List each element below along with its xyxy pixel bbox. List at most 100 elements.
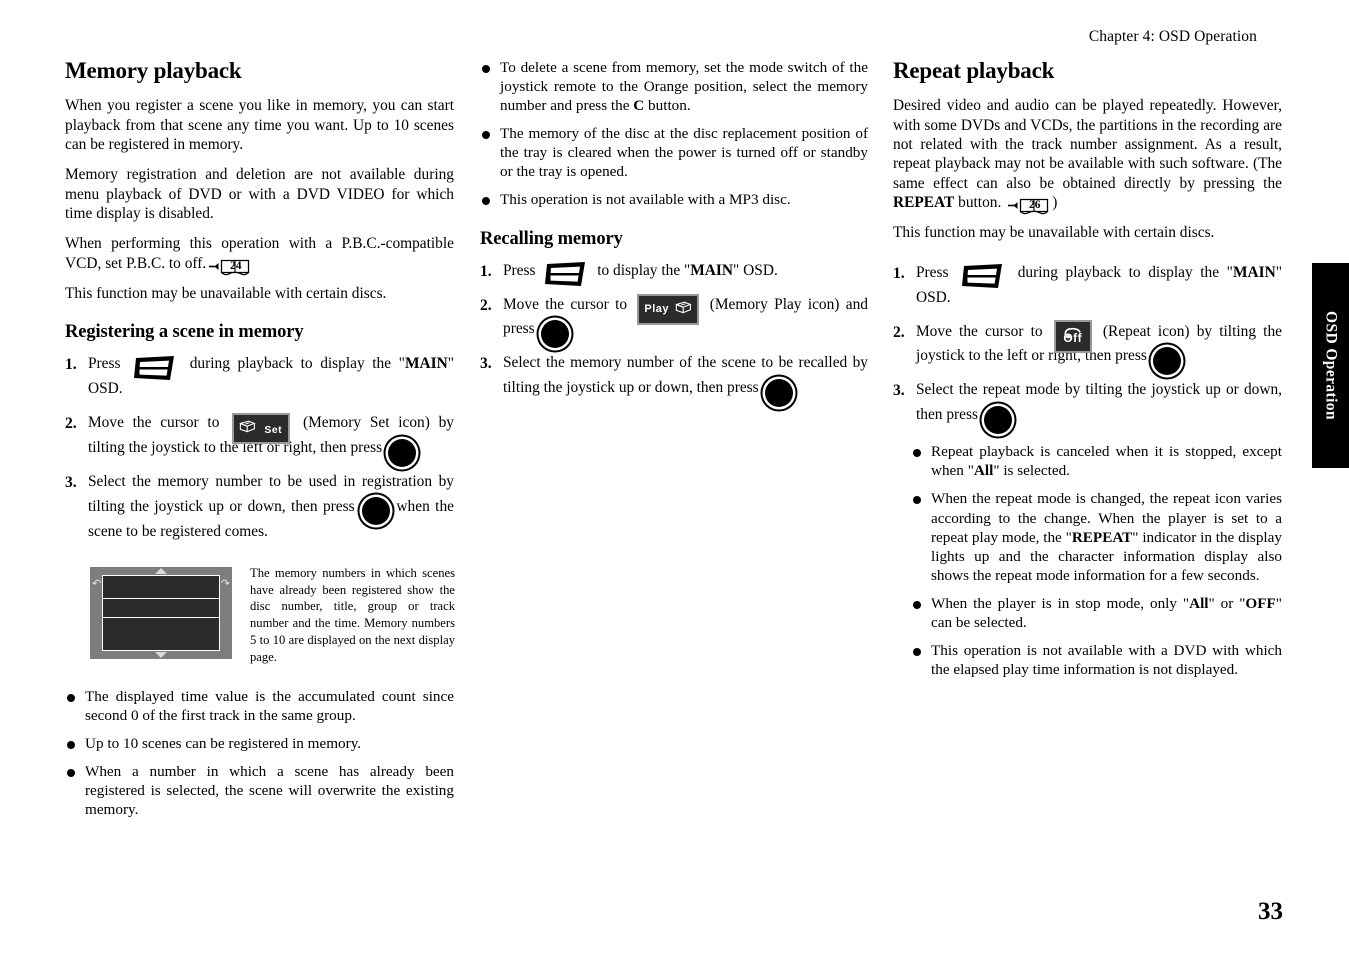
step-item: 1. Press during playback to display the …: [65, 352, 454, 402]
steps-recalling-memory: 1. Press to display the "MAIN" OSD. 2. M…: [480, 259, 868, 407]
list-item-text-bold: All: [1189, 594, 1209, 612]
subheading-registering-scene: Registering a scene in memory: [65, 322, 304, 343]
step-text: .: [1012, 406, 1017, 424]
step-text: .: [416, 439, 421, 457]
list-item: Up to 10 scenes can be registered in mem…: [65, 734, 454, 753]
step-number: 2.: [893, 323, 905, 341]
osd-selected-row: [102, 597, 220, 618]
memory-play-icon: Play: [637, 293, 700, 325]
list-item: This operation is not available with a D…: [911, 641, 1282, 679]
step-number: 3.: [65, 474, 77, 492]
list-item: When the player is in stop mode, only "A…: [911, 594, 1282, 632]
book-glyph-icon: [239, 417, 256, 442]
step-item: 1. Press to display the "MAIN" OSD.: [480, 259, 868, 287]
page-reference-26-icon: 26: [1007, 196, 1051, 215]
figure-caption: The memory numbers in which scenes have …: [250, 565, 455, 664]
scroll-down-arrow-icon: [155, 651, 167, 658]
steps-repeat-playback: 1. Press during playback to display the …: [893, 261, 1282, 434]
section-heading-repeat-playback: Repeat playback: [893, 58, 1055, 83]
list-item-text: " is selected.: [993, 462, 1070, 480]
paragraph-repeat-intro: Desired video and audio can be played re…: [893, 96, 1282, 215]
display-button-icon: [133, 355, 177, 381]
notes-list-column3: Repeat playback is canceled when it is s…: [911, 442, 1282, 679]
step-text: Press: [88, 355, 121, 373]
repeat-off-icon: Off: [1053, 319, 1092, 353]
list-item: Repeat playback is canceled when it is s…: [911, 442, 1282, 480]
paragraph: When you register a scene you like in me…: [65, 97, 454, 153]
step-item: 2. Move the cursor to Set (Memory Set ic…: [65, 411, 454, 467]
list-item: This operation is not available with a M…: [480, 190, 868, 209]
step-text: Move the cursor to: [916, 322, 1043, 340]
step-number: 1.: [65, 356, 77, 374]
enter-button-icon: [983, 405, 1012, 434]
column-3: Repeat playback Desired video and audio …: [893, 58, 1282, 688]
step-item: 2. Move the cursor to Off (Repeat icon) …: [893, 319, 1282, 375]
step-item: 3. Select the repeat mode by tilting the…: [893, 378, 1282, 434]
paragraph: This function may be unavailable with ce…: [893, 224, 1215, 242]
paragraph-text: Desired video and audio can be played re…: [893, 97, 1282, 192]
step-number: 3.: [893, 382, 905, 400]
subheading-recalling-memory: Recalling memory: [480, 228, 623, 249]
chapter-side-tab-label: OSD Operation: [1322, 311, 1340, 420]
book-glyph-icon: [675, 298, 693, 323]
step-text: Select the memory number of the scene to…: [503, 354, 868, 397]
page-number: 33: [1258, 898, 1283, 925]
step-item: 2. Move the cursor to Play (Memory Play …: [480, 293, 868, 348]
page-reference-number: 24: [230, 259, 242, 272]
memory-play-label: Play: [644, 303, 670, 316]
step-text: Press: [503, 261, 536, 279]
step-text: .: [793, 379, 798, 397]
step-number: 1.: [480, 262, 492, 280]
column-2: To delete a scene from memory, set the m…: [480, 58, 868, 410]
list-item: When a number in which a scene has alrea…: [65, 762, 454, 819]
paragraph: This function may be unavailable with ce…: [65, 284, 387, 302]
list-item-text: When the player is in stop mode, only ": [931, 594, 1190, 612]
step-text: to display the ": [597, 261, 691, 279]
step-text: Move the cursor to: [503, 295, 628, 313]
enter-button-icon: [764, 378, 793, 407]
step-number: 2.: [480, 296, 492, 314]
step-text: " OSD.: [733, 261, 778, 279]
page-reference-number: 26: [1028, 198, 1041, 211]
notes-list-column1: The displayed time value is the accumula…: [65, 687, 454, 819]
list-item: To delete a scene from memory, set the m…: [480, 58, 868, 115]
right-cursor-icon: ↷: [220, 577, 230, 590]
step-number: 2.: [65, 415, 77, 433]
steps-registering-scene: 1. Press during playback to display the …: [65, 352, 454, 545]
osd-screen-mockup: ↶ ↷: [90, 566, 232, 659]
list-item-text-bold: C: [633, 97, 645, 115]
step-item: 3. Select the memory number to be used i…: [65, 470, 454, 545]
list-item: When the repeat mode is changed, the rep…: [911, 489, 1282, 584]
paragraph-text: When performing this operation with a P.…: [65, 235, 454, 272]
paragraph: Memory registration and deletion are not…: [65, 166, 454, 222]
paragraph-text-bold: REPEAT: [893, 193, 955, 211]
enter-button-icon: [362, 497, 390, 526]
step-text: .: [569, 320, 574, 338]
enter-button-icon: [540, 319, 569, 348]
list-item-text-bold: REPEAT: [1071, 528, 1133, 546]
page-reference-24-icon: 24: [208, 257, 252, 276]
enter-button-icon: [387, 438, 416, 467]
enter-button-icon: [1152, 346, 1181, 375]
list-item: The memory of the disc at the disc repla…: [480, 124, 868, 181]
step-item: 3. Select the memory number of the scene…: [480, 351, 868, 407]
notes-list-column2: To delete a scene from memory, set the m…: [480, 58, 868, 210]
step-text: .: [1181, 347, 1186, 365]
figure-memory-osd: ↶ ↷ The memory numbers in which scenes h…: [65, 565, 455, 671]
memory-set-icon: Set: [232, 412, 291, 444]
list-item: The displayed time value is the accumula…: [65, 687, 454, 725]
display-button-icon: [961, 263, 1005, 289]
step-text: Move the cursor to: [88, 414, 220, 432]
paragraph-text: button.: [954, 193, 1002, 211]
manual-page: Chapter 4: OSD Operation OSD Operation 3…: [0, 0, 1349, 954]
scroll-up-arrow-icon: [155, 567, 167, 574]
memory-set-label: Set: [264, 423, 283, 436]
list-item-text: button.: [644, 97, 691, 115]
step-text-bold: MAIN: [1232, 263, 1276, 281]
list-item-text: " or ": [1208, 594, 1246, 612]
paragraph-text: ): [1052, 193, 1058, 211]
step-text: Press: [916, 263, 949, 281]
step-text: Select the repeat mode by tilting the jo…: [916, 381, 1282, 424]
running-head: Chapter 4: OSD Operation: [1088, 28, 1257, 45]
step-text-bold: MAIN: [404, 355, 448, 373]
